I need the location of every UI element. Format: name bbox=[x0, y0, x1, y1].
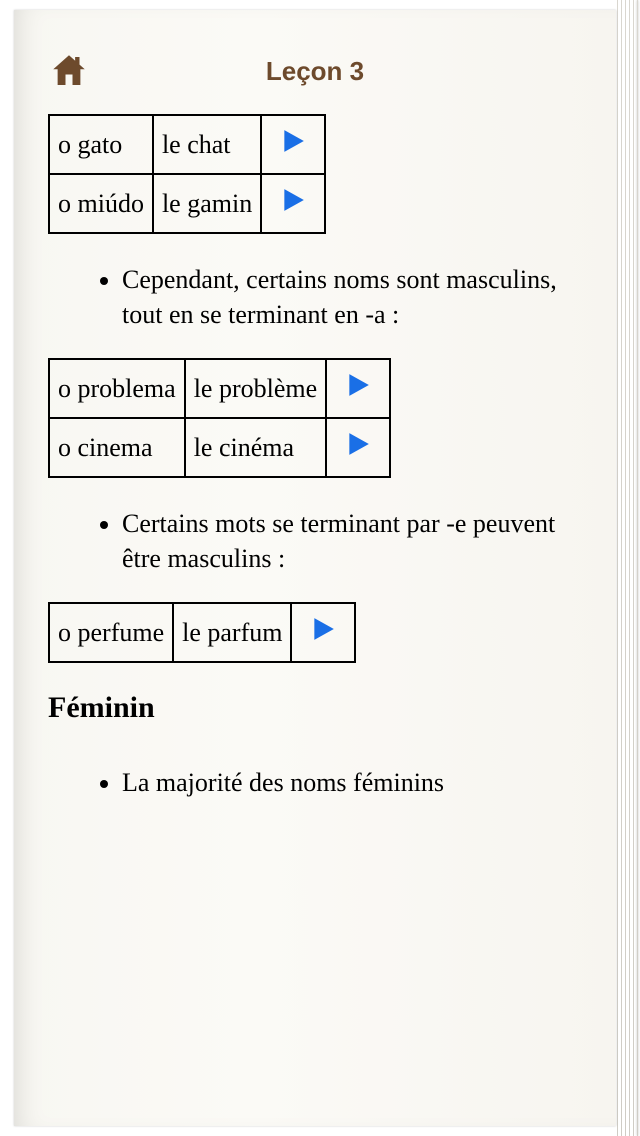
note-item: La majorité des noms féminins bbox=[122, 765, 582, 800]
note-list-3: La majorité des noms féminins bbox=[48, 765, 582, 800]
play-audio-button[interactable] bbox=[261, 115, 325, 174]
book-page-edges bbox=[616, 0, 640, 1136]
page-surface: Leçon 3 o gato le chat o miúdo le gamin bbox=[14, 10, 616, 1126]
word-pt: o problema bbox=[49, 359, 185, 418]
word-fr: le gamin bbox=[153, 174, 261, 233]
play-audio-button[interactable] bbox=[261, 174, 325, 233]
table-row: o perfume le parfum bbox=[49, 603, 355, 662]
note-item: Cependant, certains noms sont masculins,… bbox=[122, 262, 582, 332]
play-icon bbox=[280, 187, 306, 213]
word-fr: le cinéma bbox=[185, 418, 326, 477]
play-icon bbox=[345, 431, 371, 457]
play-icon bbox=[280, 128, 306, 154]
note-item: Certains mots se terminant par -e peuven… bbox=[122, 506, 582, 576]
section-heading-feminin: Féminin bbox=[48, 691, 582, 725]
word-fr: le parfum bbox=[173, 603, 291, 662]
word-fr: le problème bbox=[185, 359, 326, 418]
play-icon bbox=[310, 616, 336, 642]
table-row: o problema le problème bbox=[49, 359, 390, 418]
vocab-table-1: o gato le chat o miúdo le gamin bbox=[48, 114, 326, 234]
table-row: o miúdo le gamin bbox=[49, 174, 325, 233]
play-audio-button[interactable] bbox=[326, 418, 390, 477]
word-pt: o perfume bbox=[49, 603, 173, 662]
table-row: o cinema le cinéma bbox=[49, 418, 390, 477]
word-pt: o cinema bbox=[49, 418, 185, 477]
play-audio-button[interactable] bbox=[326, 359, 390, 418]
note-list-1: Cependant, certains noms sont masculins,… bbox=[48, 262, 582, 332]
lesson-header: Leçon 3 bbox=[48, 50, 582, 92]
word-pt: o gato bbox=[49, 115, 153, 174]
play-audio-button[interactable] bbox=[291, 603, 355, 662]
lesson-title: Leçon 3 bbox=[48, 56, 582, 87]
vocab-table-3: o perfume le parfum bbox=[48, 602, 356, 663]
vocab-table-2: o problema le problème o cinema le ciném… bbox=[48, 358, 391, 478]
word-fr: le chat bbox=[153, 115, 261, 174]
word-pt: o miúdo bbox=[49, 174, 153, 233]
table-row: o gato le chat bbox=[49, 115, 325, 174]
note-list-2: Certains mots se terminant par -e peuven… bbox=[48, 506, 582, 576]
play-icon bbox=[345, 372, 371, 398]
